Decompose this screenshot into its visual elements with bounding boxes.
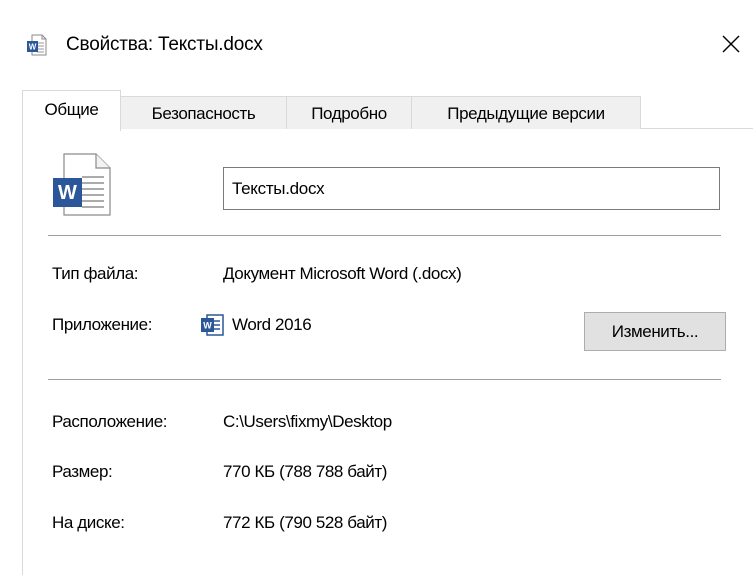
tab-security[interactable]: Безопасность bbox=[120, 96, 287, 129]
size-label: Размер: bbox=[52, 462, 113, 481]
size-value: 770 КБ (788 788 байт) bbox=[223, 462, 388, 481]
tab-details[interactable]: Подробно bbox=[286, 96, 412, 129]
close-icon[interactable] bbox=[710, 24, 750, 64]
svg-text:W: W bbox=[203, 321, 212, 331]
application-value: Word 2016 bbox=[232, 315, 312, 334]
word-document-large-icon: W bbox=[53, 153, 111, 216]
separator bbox=[48, 235, 721, 237]
disk-size-value: 772 КБ (790 528 байт) bbox=[223, 513, 388, 532]
separator bbox=[48, 379, 721, 381]
location-value: C:\Users\fixmy\Desktop bbox=[223, 412, 392, 431]
properties-window: W Свойства: Тексты.docx Общие Безопаснос… bbox=[0, 0, 753, 575]
change-button[interactable]: Изменить... bbox=[584, 312, 726, 351]
window-title: Свойства: Тексты.docx bbox=[66, 34, 263, 55]
disk-size-label: На диске: bbox=[52, 513, 125, 532]
title-bar: W Свойства: Тексты.docx bbox=[0, 0, 753, 82]
svg-text:W: W bbox=[29, 43, 37, 52]
word-document-icon: W bbox=[27, 34, 47, 56]
svg-text:W: W bbox=[58, 182, 77, 204]
location-label: Расположение: bbox=[52, 412, 168, 431]
tab-previous-versions[interactable]: Предыдущие версии bbox=[411, 96, 641, 129]
word-app-icon: W bbox=[201, 314, 224, 336]
file-name-input[interactable] bbox=[223, 167, 720, 210]
application-label: Приложение: bbox=[52, 315, 153, 334]
tab-general[interactable]: Общие bbox=[22, 90, 121, 131]
file-type-label: Тип файла: bbox=[52, 264, 139, 283]
file-type-value: Документ Microsoft Word (.docx) bbox=[223, 264, 462, 283]
